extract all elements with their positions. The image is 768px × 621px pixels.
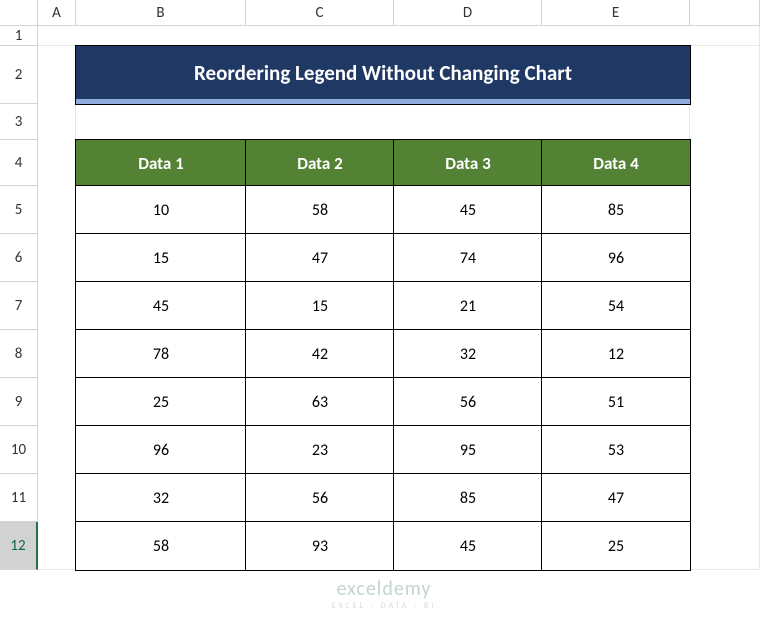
spreadsheet-grid: A B C D E 1 2 3 4 5 6 7 8 9 10 11 12 Reo…	[0, 0, 768, 590]
cell-blank[interactable]	[38, 26, 760, 46]
table-cell[interactable]: 45	[394, 186, 542, 234]
row-header-10[interactable]: 10	[0, 426, 38, 474]
table-header[interactable]: Data 4	[542, 140, 690, 186]
table-cell[interactable]: 93	[246, 522, 394, 570]
table-cell[interactable]: 54	[542, 282, 690, 330]
table-cell[interactable]: 21	[394, 282, 542, 330]
table-cell[interactable]: 53	[542, 426, 690, 474]
row-header-2[interactable]: 2	[0, 46, 38, 104]
table-cell[interactable]: 74	[394, 234, 542, 282]
table-cell[interactable]: 45	[394, 522, 542, 570]
row-header-4[interactable]: 4	[0, 140, 38, 186]
table-cell[interactable]: 56	[394, 378, 542, 426]
table-cell[interactable]: 85	[542, 186, 690, 234]
table-cell[interactable]: 63	[246, 378, 394, 426]
table-header[interactable]: Data 1	[76, 140, 246, 186]
col-header-B[interactable]: B	[76, 0, 246, 26]
table-cell[interactable]: 78	[76, 330, 246, 378]
cell-blank[interactable]	[690, 46, 760, 570]
title-banner: Reordering Legend Without Changing Chart	[76, 46, 690, 104]
col-header-E[interactable]: E	[542, 0, 690, 26]
cell-blank[interactable]	[38, 46, 76, 570]
row-header-5[interactable]: 5	[0, 186, 38, 234]
col-header-blank[interactable]	[690, 0, 760, 26]
table-cell[interactable]: 96	[542, 234, 690, 282]
table-cell[interactable]: 96	[76, 426, 246, 474]
table-cell[interactable]: 42	[246, 330, 394, 378]
table-cell[interactable]: 51	[542, 378, 690, 426]
row-header-12[interactable]: 12	[0, 522, 38, 570]
row-header-6[interactable]: 6	[0, 234, 38, 282]
table-cell[interactable]: 25	[76, 378, 246, 426]
table-cell[interactable]: 95	[394, 426, 542, 474]
table-cell[interactable]: 32	[394, 330, 542, 378]
cell-blank[interactable]	[76, 104, 690, 140]
table-cell[interactable]: 12	[542, 330, 690, 378]
table-cell[interactable]: 47	[246, 234, 394, 282]
row-header-9[interactable]: 9	[0, 378, 38, 426]
table-cell[interactable]: 25	[542, 522, 690, 570]
table-header[interactable]: Data 3	[394, 140, 542, 186]
watermark-tagline: EXCEL · DATA · BI	[332, 601, 437, 611]
table-cell[interactable]: 85	[394, 474, 542, 522]
col-header-C[interactable]: C	[246, 0, 394, 26]
col-header-D[interactable]: D	[394, 0, 542, 26]
row-header-7[interactable]: 7	[0, 282, 38, 330]
table-cell[interactable]: 47	[542, 474, 690, 522]
row-header-11[interactable]: 11	[0, 474, 38, 522]
table-cell[interactable]: 58	[246, 186, 394, 234]
table-cell[interactable]: 10	[76, 186, 246, 234]
col-header-A[interactable]: A	[38, 0, 76, 26]
row-header-1[interactable]: 1	[0, 26, 38, 46]
row-header-3[interactable]: 3	[0, 104, 38, 140]
table-cell[interactable]: 45	[76, 282, 246, 330]
table-cell[interactable]: 23	[246, 426, 394, 474]
select-all-corner[interactable]	[0, 0, 38, 26]
table-cell[interactable]: 15	[246, 282, 394, 330]
table-header[interactable]: Data 2	[246, 140, 394, 186]
table-cell[interactable]: 32	[76, 474, 246, 522]
table-cell[interactable]: 15	[76, 234, 246, 282]
table-cell[interactable]: 58	[76, 522, 246, 570]
row-header-8[interactable]: 8	[0, 330, 38, 378]
table-cell[interactable]: 56	[246, 474, 394, 522]
